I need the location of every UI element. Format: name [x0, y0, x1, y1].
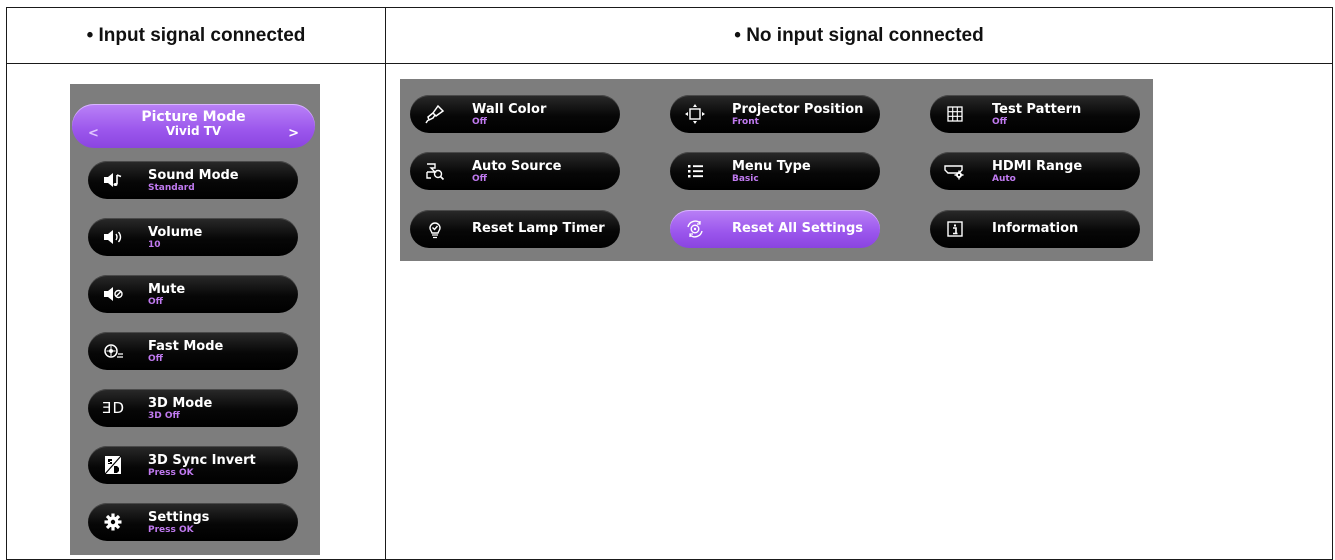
3d-sync-invert-value: Press OK	[148, 468, 194, 478]
mute-button[interactable]: Mute Off	[88, 275, 298, 313]
wall-color-value: Off	[472, 117, 487, 127]
3d-mode-button[interactable]: ƎD 3D Mode 3D Off	[88, 389, 298, 427]
column-divider	[385, 8, 386, 559]
wall-color-label: Wall Color	[472, 102, 547, 117]
info-icon	[944, 219, 966, 239]
menu-type-value: Basic	[732, 174, 759, 184]
projector-position-label: Projector Position	[732, 102, 864, 117]
volume-value: 10	[148, 240, 161, 250]
hdmi-range-label: HDMI Range	[992, 159, 1083, 174]
fast-mode-icon	[102, 341, 124, 361]
hdmi-range-value: Auto	[992, 174, 1016, 184]
3d-sync-invert-icon	[102, 455, 124, 475]
volume-label: Volume	[148, 225, 203, 240]
list-icon	[684, 161, 706, 181]
header-input-connected: • Input signal connected	[86, 25, 306, 46]
auto-source-icon	[424, 161, 446, 181]
3d-sync-invert-label: 3D Sync Invert	[148, 453, 256, 468]
projector-position-button[interactable]: Projector Position Front	[670, 95, 880, 133]
test-pattern-label: Test Pattern	[992, 102, 1082, 117]
projector-position-value: Front	[732, 117, 759, 127]
volume-button[interactable]: Volume 10	[88, 218, 298, 256]
gear-icon	[102, 512, 124, 532]
test-pattern-button[interactable]: Test Pattern Off	[930, 95, 1140, 133]
fast-mode-value: Off	[148, 354, 163, 364]
projector-position-icon	[684, 104, 706, 124]
reset-all-settings-button[interactable]: Reset All Settings	[670, 210, 880, 248]
sound-mode-label: Sound Mode	[148, 168, 239, 183]
grid-icon	[944, 104, 966, 124]
wall-color-button[interactable]: Wall Color Off	[410, 95, 620, 133]
sound-mode-value: Standard	[148, 183, 195, 193]
lamp-reset-icon	[424, 219, 446, 239]
paint-brush-icon	[424, 104, 446, 124]
3d-sync-invert-button[interactable]: 3D Sync Invert Press OK	[88, 446, 298, 484]
reset-lamp-timer-label: Reset Lamp Timer	[472, 221, 605, 236]
sound-mode-button[interactable]: Sound Mode Standard	[88, 161, 298, 199]
settings-label: Settings	[148, 510, 210, 525]
fast-mode-label: Fast Mode	[148, 339, 224, 354]
information-button[interactable]: Information	[930, 210, 1140, 248]
mute-label: Mute	[148, 282, 186, 297]
chevron-left-icon[interactable]: <	[88, 126, 99, 141]
reset-all-settings-label: Reset All Settings	[732, 221, 863, 236]
auto-source-button[interactable]: Auto Source Off	[410, 152, 620, 190]
picture-mode-value: Vivid TV	[165, 124, 222, 138]
hdmi-range-icon	[944, 161, 966, 181]
picture-mode-button[interactable]: Picture Mode Vivid TV < >	[72, 104, 315, 148]
hdmi-range-button[interactable]: HDMI Range Auto	[930, 152, 1140, 190]
auto-source-label: Auto Source	[472, 159, 562, 174]
settings-value: Press OK	[148, 525, 194, 535]
speaker-note-icon	[102, 170, 124, 190]
auto-source-value: Off	[472, 174, 487, 184]
chevron-right-icon[interactable]: >	[288, 126, 299, 141]
3d-mode-value: 3D Off	[148, 411, 180, 421]
settings-button[interactable]: Settings Press OK	[88, 503, 298, 541]
information-label: Information	[992, 221, 1079, 236]
reset-lamp-timer-button[interactable]: Reset Lamp Timer	[410, 210, 620, 248]
reset-gear-icon	[684, 219, 706, 239]
3d-mode-label: 3D Mode	[148, 396, 213, 411]
test-pattern-value: Off	[992, 117, 1007, 127]
picture-mode-label: Picture Mode	[141, 109, 246, 125]
header-divider	[7, 63, 1332, 64]
header-no-input: • No input signal connected	[734, 25, 984, 46]
speaker-volume-icon	[102, 227, 124, 247]
fast-mode-button[interactable]: Fast Mode Off	[88, 332, 298, 370]
osd-menu-input-connected	[70, 84, 320, 555]
speaker-mute-icon	[102, 284, 124, 304]
menu-type-button[interactable]: Menu Type Basic	[670, 152, 880, 190]
menu-type-label: Menu Type	[732, 159, 811, 174]
mute-value: Off	[148, 297, 163, 307]
3d-icon: ƎD	[102, 399, 126, 417]
